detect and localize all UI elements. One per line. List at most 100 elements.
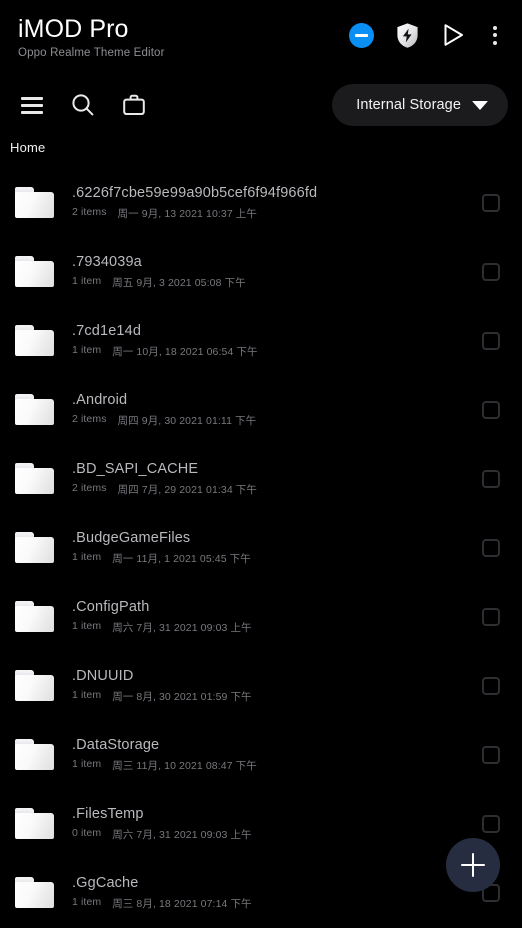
- breadcrumb-current: Home: [10, 139, 46, 155]
- search-button[interactable]: [68, 90, 98, 120]
- file-modified-date: 周四 7月, 29 2021 01:34 下午: [117, 483, 258, 496]
- file-info: .6226f7cbe59e99a90b5cef6f94f966fd 2 items…: [72, 185, 472, 221]
- file-name: .7cd1e14d: [72, 322, 142, 339]
- file-select-checkbox[interactable]: [482, 400, 500, 419]
- file-row[interactable]: .GgCache 1 item 周三 8月, 18 2021 07:14 下午: [0, 858, 522, 927]
- file-row[interactable]: .7934039a 1 item 周五 9月, 3 2021 05:08 下午: [0, 237, 522, 306]
- overflow-menu-icon: [493, 25, 497, 30]
- file-modified-date: 周五 9月, 3 2021 05:08 下午: [112, 276, 246, 289]
- file-info: .BD_SAPI_CACHE 2 items 周四 7月, 29 2021 01:3…: [72, 461, 472, 497]
- play-button[interactable]: [438, 20, 468, 50]
- folder-icon: [14, 806, 56, 842]
- add-button[interactable]: [446, 838, 500, 892]
- file-select-checkbox[interactable]: [482, 607, 500, 626]
- breadcrumb[interactable]: Home: [0, 132, 522, 164]
- file-name: .GgCache: [72, 874, 139, 891]
- page-title: iMOD Pro: [18, 15, 129, 43]
- minus-circle-icon: [348, 22, 374, 48]
- shield-bolt-icon: [396, 22, 418, 48]
- file-select-checkbox[interactable]: [482, 676, 500, 695]
- app-subtitle: Oppo Realme Theme Editor: [18, 47, 165, 59]
- file-select-checkbox[interactable]: [482, 262, 500, 281]
- file-info: .GgCache 1 item 周三 8月, 18 2021 07:14 下午: [72, 875, 472, 911]
- folder-icon: [14, 599, 56, 635]
- file-subtitle: 1 item 周一 8月, 30 2021 01:59 下午: [72, 689, 472, 704]
- file-row[interactable]: .BD_SAPI_CACHE 2 items 周四 7月, 29 2021 01:3…: [0, 444, 522, 513]
- file-name: .BudgeGameFiles: [72, 529, 191, 546]
- folder-icon: [14, 668, 56, 704]
- file-subtitle: 1 item 周六 7月, 31 2021 09:03 上午: [72, 620, 472, 635]
- file-select-checkbox[interactable]: [482, 193, 500, 212]
- file-item-count: 1 item: [72, 550, 102, 563]
- file-item-count: 1 item: [72, 619, 102, 632]
- file-modified-date: 周一 9月, 13 2021 10:37 上午: [117, 207, 258, 220]
- file-modified-date: 周三 8月, 18 2021 07:14 下午: [112, 897, 252, 910]
- file-item-count: 1 item: [72, 274, 102, 287]
- file-info: .DNUUID 1 item 周一 8月, 30 2021 01:59 下午: [72, 668, 472, 704]
- briefcase-icon: [123, 94, 145, 115]
- file-name: .BD_SAPI_CACHE: [72, 460, 199, 477]
- folder-icon: [14, 323, 56, 359]
- file-row[interactable]: .DataStorage 1 item 周三 11月, 10 2021 08:47 …: [0, 720, 522, 789]
- file-row[interactable]: .DNUUID 1 item 周一 8月, 30 2021 01:59 下午: [0, 651, 522, 720]
- file-subtitle: 2 items 周四 7月, 29 2021 01:34 下午: [72, 482, 472, 497]
- file-modified-date: 周三 11月, 10 2021 08:47 下午: [112, 759, 257, 772]
- folder-icon: [14, 392, 56, 428]
- file-row[interactable]: .BudgeGameFiles 1 item 周一 11月, 1 2021 05:4…: [0, 513, 522, 582]
- app-header: iMOD Pro Oppo Realme Theme Editor: [0, 0, 522, 78]
- file-manager-screen: iMOD Pro Oppo Realme Theme Editor Intern…: [0, 0, 522, 928]
- file-select-checkbox[interactable]: [482, 331, 500, 350]
- briefcase-button[interactable]: [119, 90, 149, 120]
- file-item-count: 2 items: [72, 412, 107, 425]
- file-row[interactable]: .ConfigPath 1 item 周六 7月, 31 2021 09:03 上午: [0, 582, 522, 651]
- file-subtitle: 2 items 周四 9月, 30 2021 01:11 下午: [72, 413, 472, 428]
- file-row[interactable]: .Android 2 items 周四 9月, 30 2021 01:11 下午: [0, 375, 522, 444]
- file-item-count: 2 items: [72, 205, 107, 218]
- folder-icon: [14, 737, 56, 773]
- file-select-checkbox[interactable]: [482, 538, 500, 557]
- file-subtitle: 1 item 周一 11月, 1 2021 05:45 下午: [72, 551, 472, 566]
- file-modified-date: 周六 7月, 31 2021 09:03 上午: [112, 621, 252, 634]
- file-subtitle: 1 item 周三 8月, 18 2021 07:14 下午: [72, 896, 472, 911]
- file-modified-date: 周一 11月, 1 2021 05:45 下午: [112, 552, 251, 565]
- file-modified-date: 周一 8月, 30 2021 01:59 下午: [112, 690, 252, 703]
- file-info: .DataStorage 1 item 周三 11月, 10 2021 08:47 …: [72, 737, 472, 773]
- file-subtitle: 0 item 周六 7月, 31 2021 09:03 上午: [72, 827, 472, 842]
- file-subtitle: 1 item 周五 9月, 3 2021 05:08 下午: [72, 275, 472, 290]
- file-select-checkbox[interactable]: [482, 814, 500, 833]
- file-subtitle: 1 item 周一 10月, 18 2021 06:54 下午: [72, 344, 472, 359]
- file-name: .FilesTemp: [72, 805, 144, 822]
- file-item-count: 1 item: [72, 757, 102, 770]
- shield-bolt-button[interactable]: [392, 20, 422, 50]
- file-row[interactable]: .6226f7cbe59e99a90b5cef6f94f966fd 2 items…: [0, 168, 522, 237]
- file-row[interactable]: .7cd1e14d 1 item 周一 10月, 18 2021 06:54 下午: [0, 306, 522, 375]
- list-view-button[interactable]: [17, 90, 47, 120]
- overflow-menu-button[interactable]: [484, 22, 506, 48]
- toolbar-left-icons: [14, 90, 149, 120]
- file-name: .DataStorage: [72, 736, 160, 753]
- minus-circle-button[interactable]: [346, 20, 376, 50]
- storage-selector-label: Internal Storage: [356, 97, 461, 113]
- brand-block: iMOD Pro Oppo Realme Theme Editor: [18, 14, 165, 60]
- file-select-checkbox[interactable]: [482, 745, 500, 764]
- file-name: .DNUUID: [72, 667, 134, 684]
- chevron-down-icon: [472, 100, 488, 110]
- file-item-count: 1 item: [72, 895, 102, 908]
- file-name: .7934039a: [72, 253, 142, 270]
- file-select-checkbox[interactable]: [482, 469, 500, 488]
- header-actions: [346, 14, 508, 50]
- file-name: .6226f7cbe59e99a90b5cef6f94f966fd: [72, 184, 318, 201]
- file-item-count: 2 items: [72, 481, 107, 494]
- file-row[interactable]: .FilesTemp 0 item 周六 7月, 31 2021 09:03 上午: [0, 789, 522, 858]
- file-info: .FilesTemp 0 item 周六 7月, 31 2021 09:03 上午: [72, 806, 472, 842]
- file-modified-date: 周六 7月, 31 2021 09:03 上午: [112, 828, 252, 841]
- file-modified-date: 周一 10月, 18 2021 06:54 下午: [112, 345, 258, 358]
- overflow-menu-icon: [493, 40, 497, 45]
- file-info: .7cd1e14d 1 item 周一 10月, 18 2021 06:54 下午: [72, 323, 472, 359]
- file-info: .ConfigPath 1 item 周六 7月, 31 2021 09:03 上午: [72, 599, 472, 635]
- file-name: .ConfigPath: [72, 598, 150, 615]
- folder-icon: [14, 461, 56, 497]
- storage-selector[interactable]: Internal Storage: [332, 84, 508, 126]
- file-item-count: 0 item: [72, 826, 102, 839]
- folder-icon: [14, 530, 56, 566]
